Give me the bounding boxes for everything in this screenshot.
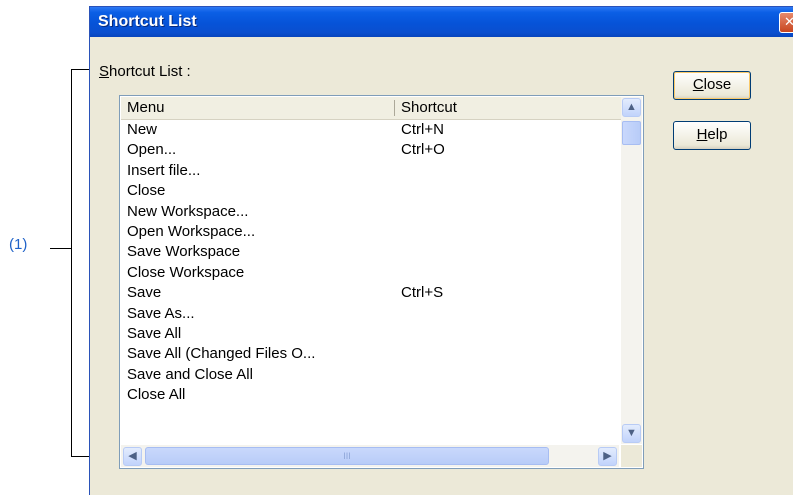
menu-cell: Save Workspace	[127, 243, 241, 261]
horizontal-scroll-thumb[interactable]: III	[145, 447, 549, 465]
shortcut-list-dialog: Shortcut List ✕ Shortcut List : Menu Sho…	[89, 6, 793, 495]
list-item[interactable]: Insert file...	[121, 161, 621, 181]
list-item[interactable]: New Ctrl+N	[121, 120, 621, 140]
menu-cell: Insert file...	[127, 161, 201, 179]
close-icon[interactable]: ✕	[779, 12, 793, 33]
shortcut-cell: Ctrl+O	[401, 141, 445, 159]
menu-cell: Save All (Changed Files O...	[127, 345, 316, 363]
list-item[interactable]: Save Workspace	[121, 242, 621, 262]
column-header: Menu Shortcut	[121, 97, 621, 120]
menu-cell: Save As...	[127, 304, 195, 322]
vertical-scrollbar[interactable]: ▲ ▼	[621, 97, 642, 444]
menu-cell: Close Workspace	[127, 263, 245, 281]
list-item[interactable]: Save As...	[121, 304, 621, 324]
list-item[interactable]: Save All	[121, 324, 621, 344]
menu-cell: Save All	[127, 324, 182, 342]
menu-cell: Close All	[127, 386, 186, 404]
scroll-corner	[621, 445, 642, 467]
chevron-down-icon[interactable]: ▼	[622, 424, 641, 443]
menu-cell: New	[127, 121, 158, 138]
list-rows: New Ctrl+N Open... Ctrl+O Insert file... Clos…	[121, 120, 621, 445]
column-divider[interactable]	[394, 100, 395, 116]
menu-cell: Open...	[127, 141, 177, 159]
chevron-up-icon[interactable]: ▲	[622, 98, 641, 117]
callout-label: (1)	[9, 236, 28, 253]
close-button-accelerator: C	[692, 76, 704, 93]
menu-cell: Close	[127, 182, 166, 200]
close-button[interactable]: Close	[673, 71, 751, 100]
list-item[interactable]: Save Ctrl+S	[121, 283, 621, 303]
help-button-label: elp	[707, 126, 728, 143]
label-accelerator: S	[99, 63, 110, 80]
dialog-title: Shortcut List	[98, 13, 197, 30]
list-item[interactable]: Open Workspace...	[121, 222, 621, 242]
shortcut-list-label: Shortcut List :	[99, 63, 191, 80]
chevron-right-icon[interactable]: ▶	[598, 447, 617, 466]
chevron-left-icon[interactable]: ◀	[123, 447, 142, 466]
list-item[interactable]: Close Workspace	[121, 263, 621, 283]
shortcut-list-view[interactable]: Menu Shortcut New Ctrl+N Open... Ctrl+O Inse…	[119, 95, 644, 469]
horizontal-scrollbar[interactable]: ◀ III ▶	[121, 445, 619, 467]
list-item[interactable]: Save and Close All	[121, 365, 621, 385]
label-text: hortcut List :	[109, 63, 191, 80]
list-item[interactable]: Close All	[121, 385, 621, 405]
close-button-label: lose	[703, 76, 732, 93]
vertical-scroll-thumb[interactable]	[622, 121, 641, 145]
menu-cell: Open Workspace...	[127, 222, 256, 240]
list-item[interactable]: Save All (Changed Files O...	[121, 344, 621, 364]
help-button-accelerator: H	[696, 126, 708, 143]
menu-cell: Save and Close All	[127, 365, 253, 383]
column-header-menu[interactable]: Menu	[127, 99, 387, 119]
shortcut-cell: Ctrl+N	[401, 121, 444, 138]
callout-bracket	[71, 69, 72, 457]
menu-cell: New Workspace...	[127, 202, 249, 220]
list-item[interactable]: Close	[121, 181, 621, 201]
callout-leader-line	[50, 248, 71, 249]
menu-cell: Save	[127, 284, 162, 302]
list-item[interactable]: Open... Ctrl+O	[121, 140, 621, 160]
help-button[interactable]: Help	[673, 121, 751, 150]
list-item[interactable]: New Workspace...	[121, 202, 621, 222]
column-header-shortcut[interactable]: Shortcut	[401, 99, 611, 119]
title-bar[interactable]: Shortcut List ✕	[90, 7, 793, 37]
shortcut-cell: Ctrl+S	[401, 284, 444, 302]
